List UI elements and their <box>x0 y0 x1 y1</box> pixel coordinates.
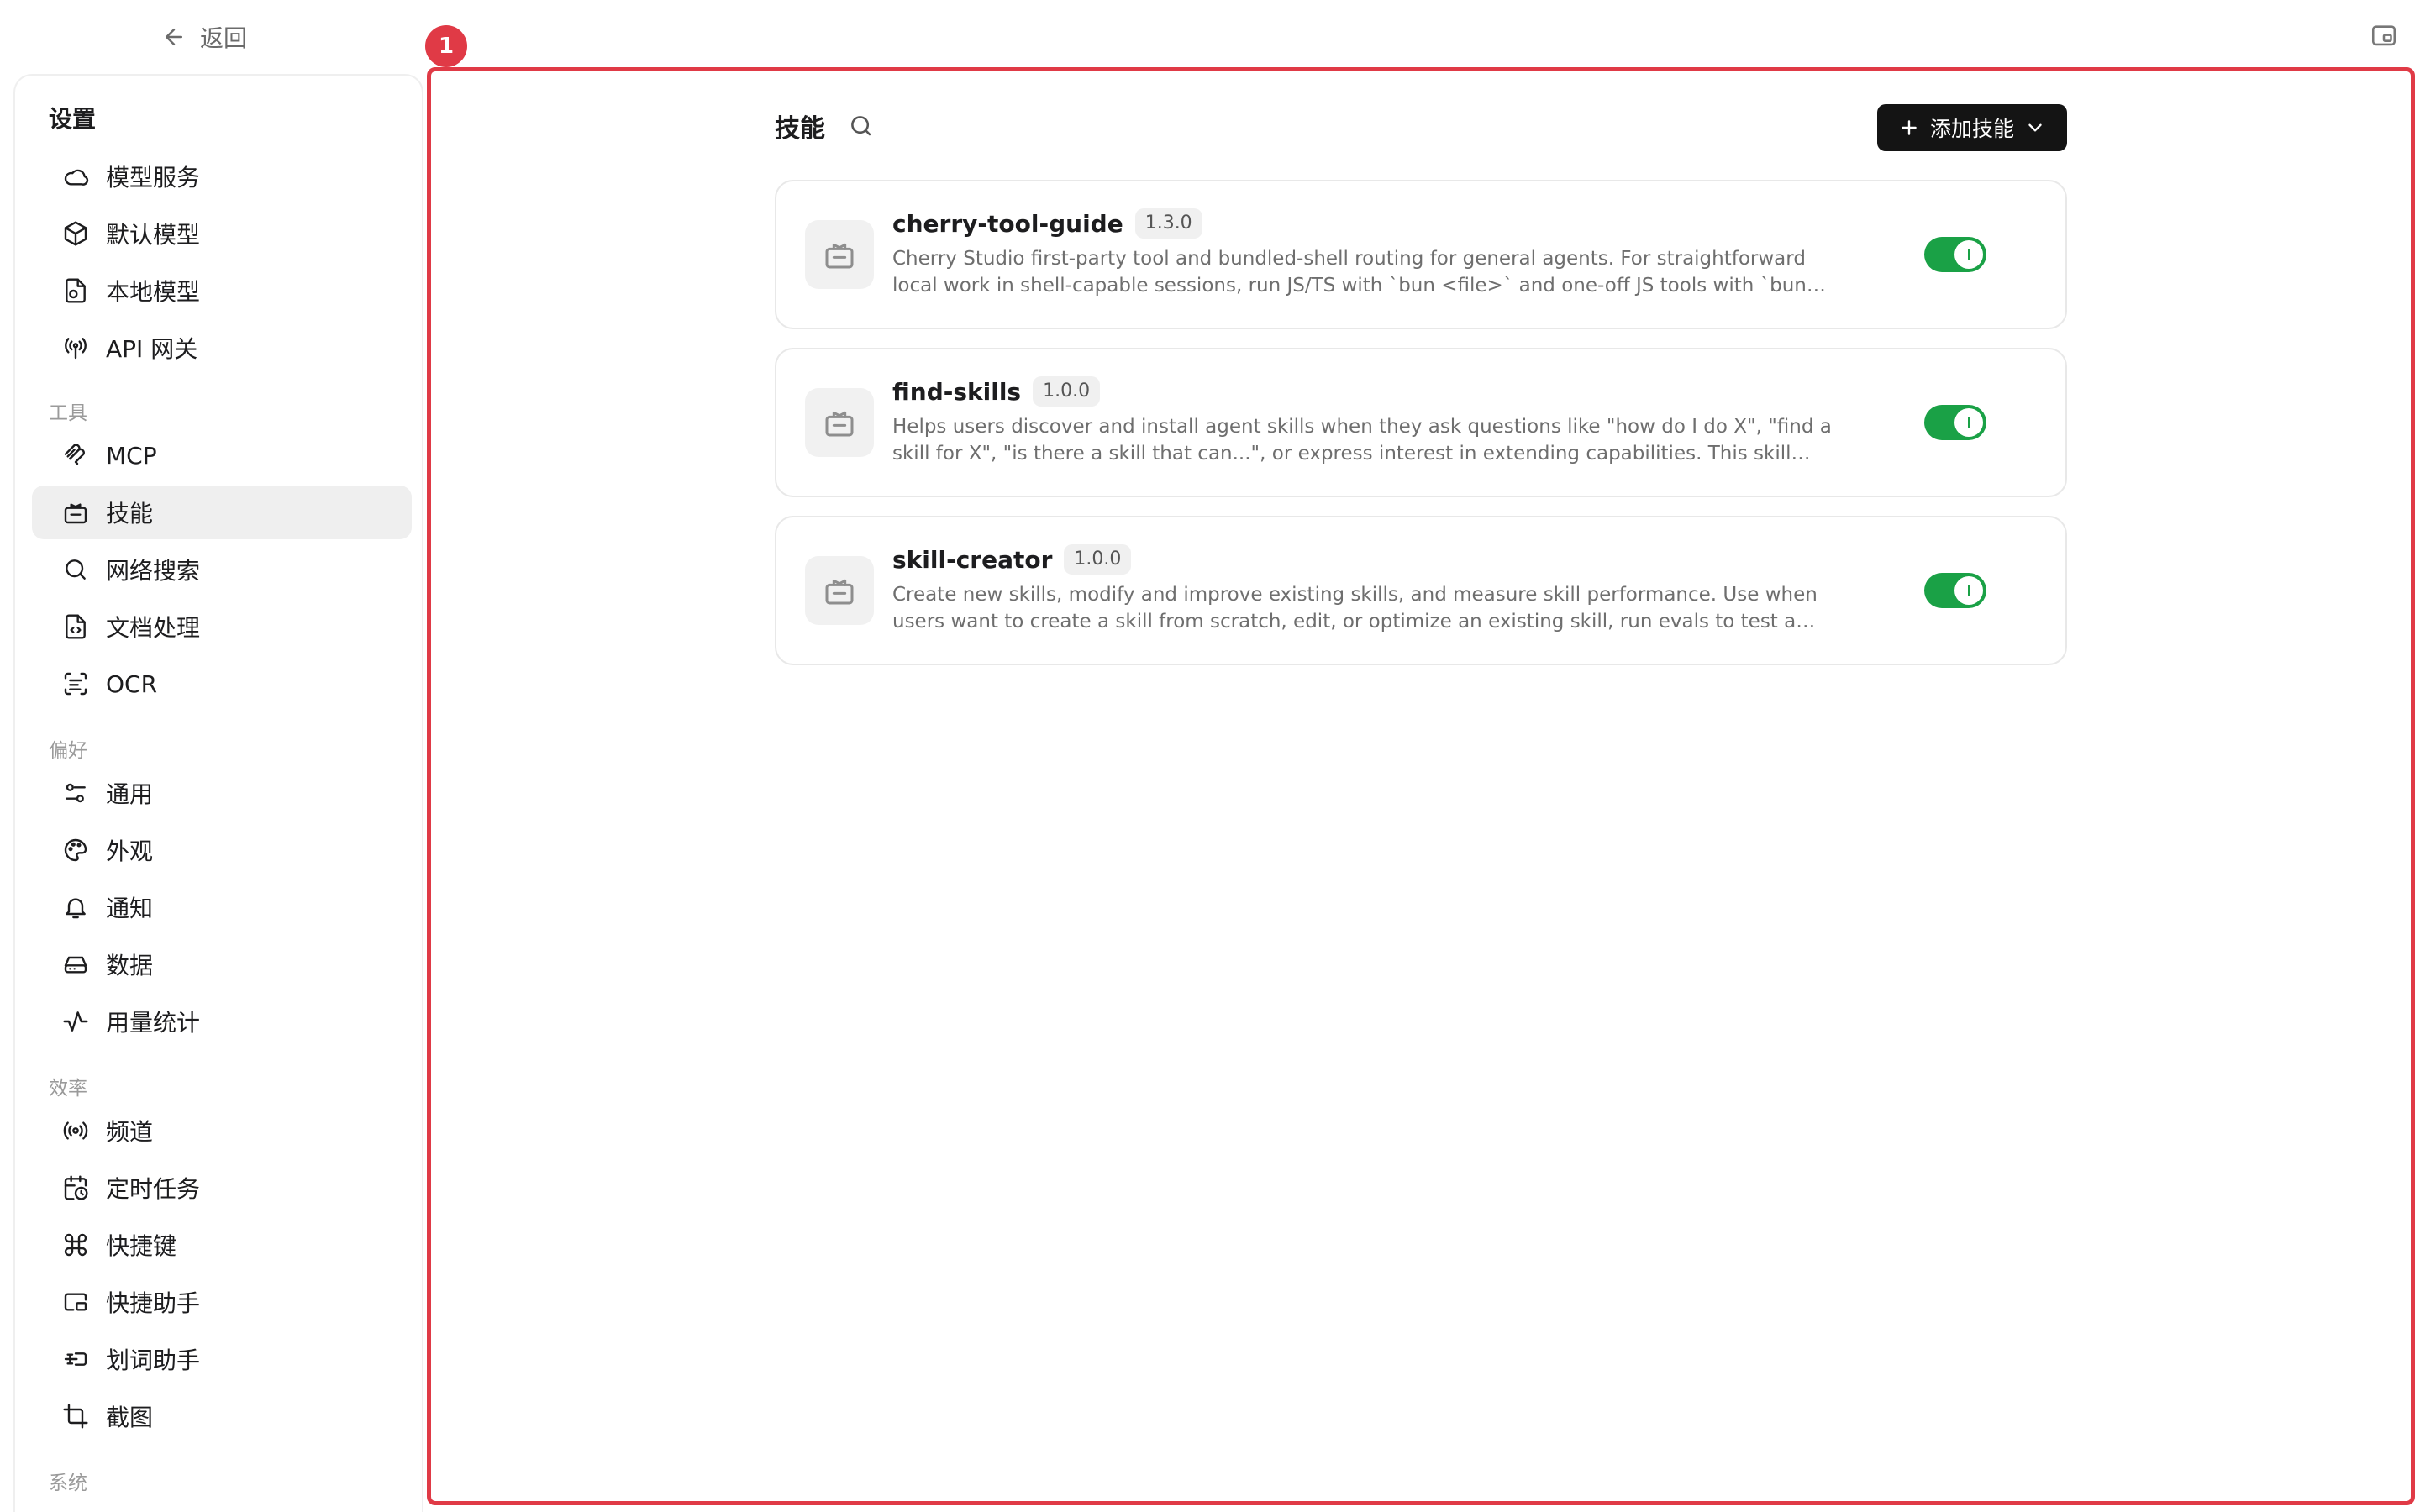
sidebar-item-label: OCR <box>106 669 158 698</box>
sidebar-item-appearance[interactable]: 外观 <box>32 823 412 877</box>
version-badge: 1.3.0 <box>1134 208 1202 239</box>
sidebar-item-document-processing[interactable]: 文档处理 <box>32 600 412 654</box>
add-skill-button[interactable]: 添加技能 <box>1877 104 2067 151</box>
broadcast-icon <box>63 1121 88 1140</box>
calendar-clock-icon <box>64 1175 88 1200</box>
sidebar-item-label: 截图 <box>106 1404 154 1431</box>
sidebar-item-local-model[interactable]: 本地模型 <box>32 264 412 318</box>
sidebar-item-label: 模型服务 <box>106 164 201 192</box>
skill-card: skill-creator 1.0.0 Create new skills, m… <box>775 516 2067 665</box>
mcp-icon <box>64 444 85 465</box>
sidebar-item-api-gateway[interactable]: API 网关 <box>32 321 412 375</box>
sidebar-item-web-search[interactable]: 网络搜索 <box>32 543 412 596</box>
sidebar-item-mcp[interactable]: MCP <box>32 428 412 482</box>
local-model-icon <box>66 278 86 303</box>
sidebar-item-label: 通知 <box>106 895 154 922</box>
skill-card: cherry-tool-guide 1.3.0 Cherry Studio fi… <box>775 180 2067 329</box>
command-icon <box>64 1233 87 1257</box>
sidebar-item-screenshot[interactable]: 截图 <box>32 1389 412 1443</box>
skill-card: find-skills 1.0.0 Helps users discover a… <box>775 348 2067 497</box>
antenna-icon <box>65 338 87 360</box>
section-label-tools: 工具 <box>49 402 87 424</box>
skill-enable-toggle[interactable] <box>1924 573 1986 608</box>
bell-icon <box>66 898 86 919</box>
sidebar-item-selection-assistant[interactable]: 划词助手 <box>32 1332 412 1386</box>
sidebar-item-label: 用量统计 <box>106 1009 201 1037</box>
crop-icon <box>63 1404 88 1429</box>
document-icon <box>66 614 86 639</box>
sidebar-item-label: 通用 <box>106 780 154 808</box>
sidebar-item-label: 快捷助手 <box>106 1289 201 1317</box>
version-badge: 1.0.0 <box>1064 544 1132 575</box>
skill-enable-toggle[interactable] <box>1924 237 1986 272</box>
sidebar-item-label: 快捷键 <box>106 1232 177 1260</box>
section-label-efficiency: 效率 <box>49 1078 87 1100</box>
search-icon <box>66 559 86 580</box>
text-select-icon <box>64 1352 87 1366</box>
sidebar-item-general[interactable]: 通用 <box>32 766 412 820</box>
add-skill-label: 添加技能 <box>1929 117 2014 141</box>
activity-icon <box>63 1011 88 1032</box>
skill-icon <box>805 220 874 289</box>
page-title: 技能 <box>775 114 825 144</box>
sidebar-item-label: 外观 <box>106 837 154 865</box>
sidebar-item-notifications[interactable]: 通知 <box>32 880 412 934</box>
sliders-icon <box>66 783 86 803</box>
drive-icon <box>64 956 87 974</box>
window-mode-button[interactable] <box>2370 22 2398 50</box>
sidebar-item-shortcuts[interactable]: 快捷键 <box>32 1218 412 1272</box>
sidebar-item-quick-assistant[interactable]: 快捷助手 <box>32 1275 412 1329</box>
picture-in-picture-icon <box>2371 25 2396 46</box>
assistant-window-icon <box>64 1293 87 1311</box>
sidebar-item-skills[interactable]: 技能 <box>32 486 412 539</box>
skill-name: skill-creator <box>892 545 1053 574</box>
cloud-icon <box>64 169 89 186</box>
sidebar-item-channels[interactable]: 频道 <box>32 1104 412 1158</box>
sidebar-item-ocr[interactable]: OCR <box>32 657 412 711</box>
sidebar-item-data[interactable]: 数据 <box>32 937 412 991</box>
cube-icon <box>64 221 87 246</box>
sidebar-item-usage-stats[interactable]: 用量统计 <box>32 995 412 1048</box>
skill-enable-toggle[interactable] <box>1924 405 1986 440</box>
skill-name: cherry-tool-guide <box>892 209 1123 238</box>
sidebar-item-label: 划词助手 <box>106 1347 201 1374</box>
sidebar-item-model-service[interactable]: 模型服务 <box>32 150 412 203</box>
sidebar-item-label: 网络搜索 <box>106 557 201 585</box>
scan-text-icon <box>64 672 87 696</box>
settings-sidebar: 设置 模型服务 默认模型 本地模型 API 网关 工具 MCP 技能 网络搜索 … <box>13 74 424 1512</box>
sidebar-item-label: MCP <box>106 441 157 470</box>
skill-name: find-skills <box>892 377 1022 406</box>
sidebar-title: 设置 <box>49 105 97 133</box>
sidebar-item-label: 定时任务 <box>106 1175 201 1203</box>
sidebar-item-label: 本地模型 <box>106 278 201 306</box>
sidebar-item-label: 技能 <box>106 500 154 528</box>
sidebar-item-label: 数据 <box>106 952 154 979</box>
sidebar-item-label: 默认模型 <box>106 221 201 249</box>
sidebar-item-default-model[interactable]: 默认模型 <box>32 207 412 260</box>
sidebar-item-scheduled-tasks[interactable]: 定时任务 <box>32 1161 412 1215</box>
arrow-left-icon <box>166 29 182 45</box>
skill-description: Cherry Studio first-party tool and bundl… <box>892 248 1807 297</box>
skill-icon <box>805 388 874 457</box>
skill-icon <box>64 503 87 524</box>
chevron-down-icon <box>2028 123 2042 132</box>
back-label: 返回 <box>200 24 248 52</box>
search-icon <box>851 116 871 136</box>
search-button[interactable] <box>847 112 876 140</box>
palette-icon <box>64 838 87 862</box>
sidebar-item-label: API 网关 <box>106 335 198 363</box>
sidebar-item-label: 文档处理 <box>106 614 201 642</box>
plus-icon <box>1902 120 1917 135</box>
section-label-preferences: 偏好 <box>49 740 87 762</box>
section-label-system: 系统 <box>49 1473 87 1494</box>
skill-description: Helps users discover and install agent s… <box>892 416 1832 465</box>
version-badge: 1.0.0 <box>1033 376 1101 407</box>
sidebar-item-label: 频道 <box>106 1118 154 1146</box>
back-button[interactable]: 返回 <box>161 18 247 55</box>
annotation-marker: 1 <box>425 25 467 67</box>
skill-description: Create new skills, modify and improve ex… <box>892 584 1818 633</box>
skill-icon <box>805 556 874 625</box>
